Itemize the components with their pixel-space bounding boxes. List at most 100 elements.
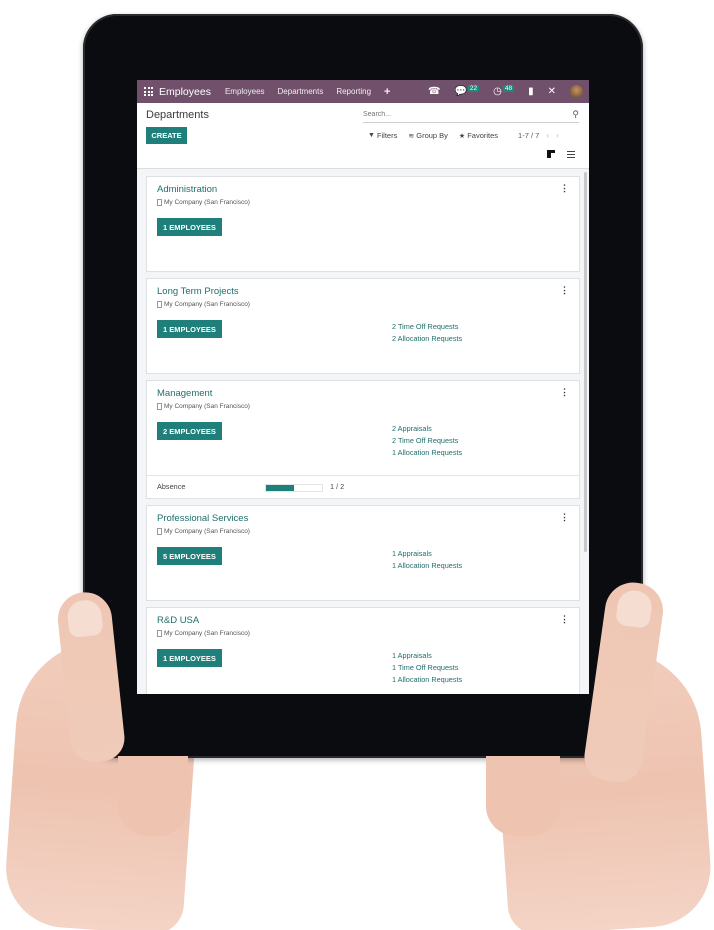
department-card[interactable]: Professional Services My Company (San Fr… [146,505,580,601]
kanban-view-icon[interactable] [547,150,555,158]
building-icon [157,199,162,206]
left-thumbnail [66,598,104,639]
employees-button[interactable]: 1 EMPLOYEES [157,218,222,236]
company-name: My Company (San Francisco) [164,528,250,535]
menu-departments[interactable]: Departments [278,87,324,96]
company-name: My Company (San Francisco) [164,630,250,637]
menu-employees[interactable]: Employees [225,87,265,96]
filters-label: Filters [376,131,398,140]
layers-icon: ≋ [408,132,415,140]
pager-value[interactable]: 1-7 / 7 [518,131,539,140]
app-name[interactable]: Employees [159,86,211,98]
left-hand-fingers [118,756,188,836]
activity-badge: 48 [502,85,515,92]
department-name[interactable]: Long Term Projects [157,286,239,297]
chat-icon: 💬 [454,86,467,97]
tablet-screen: Employees Employees Departments Reportin… [137,80,589,694]
building-icon [157,403,162,410]
absence-progress-fill [266,485,294,491]
company-line: My Company (San Francisco) [157,199,250,206]
building-icon [157,630,162,637]
activity-button[interactable]: ◷ 48 [493,85,515,97]
user-avatar[interactable] [570,85,583,98]
filter-icon: ▼ [368,132,375,139]
favorites-label: Favorites [467,131,499,140]
search-icon[interactable]: ⚲ [572,109,579,120]
apps-menu-icon[interactable] [144,87,153,96]
appraisals-link[interactable]: 2 Appraisals [392,423,462,435]
pager-next-icon[interactable]: › [556,131,559,140]
view-switcher [547,150,575,158]
company-line: My Company (San Francisco) [157,301,250,308]
phone-icon[interactable]: ☎ [428,86,440,97]
employees-button[interactable]: 1 EMPLOYEES [157,649,222,667]
department-stats: 2 Time Off Requests 2 Allocation Request… [392,321,462,345]
department-card[interactable]: Long Term Projects My Company (San Franc… [146,278,580,374]
pager-prev-icon[interactable]: ‹ [546,131,549,140]
card-menu-icon[interactable]: ⋮ [560,614,569,625]
allocation-requests-link[interactable]: 1 Allocation Requests [392,447,462,459]
company-line: My Company (San Francisco) [157,403,250,410]
menu-reporting[interactable]: Reporting [336,87,371,96]
favorites-button[interactable]: ★ Favorites [459,131,498,140]
department-name[interactable]: R&D USA [157,615,199,626]
department-card[interactable]: Administration My Company (San Francisco… [146,176,580,272]
right-thumbnail [614,588,654,629]
absence-progress-bar [265,484,323,492]
group-by-button[interactable]: ≋ Group By [408,131,448,140]
company-line: My Company (San Francisco) [157,528,250,535]
absence-row: Absence 1 / 2 [147,475,579,498]
filters-button[interactable]: ▼ Filters [368,131,397,140]
company-line: My Company (San Francisco) [157,630,250,637]
list-view-icon[interactable] [567,150,575,158]
control-panel: Departments ⚲ CREATE ▼Filters ≋Group By … [137,103,589,169]
chat-button[interactable]: 💬 22 [454,85,480,97]
kanban-view: Administration My Company (San Francisco… [146,176,580,694]
add-menu-button[interactable]: + [384,86,390,98]
time-off-requests-link[interactable]: 1 Time Off Requests [392,662,462,674]
clock-icon: ◷ [493,86,502,97]
time-off-requests-link[interactable]: 2 Time Off Requests [392,435,462,447]
allocation-requests-link[interactable]: 1 Allocation Requests [392,560,462,572]
right-hand-fingers [486,756,560,836]
appraisals-link[interactable]: 1 Appraisals [392,548,462,560]
company-name: My Company (San Francisco) [164,301,250,308]
star-icon: ★ [458,132,466,140]
department-stats: 1 Appraisals 1 Time Off Requests 1 Alloc… [392,650,462,686]
employees-button[interactable]: 1 EMPLOYEES [157,320,222,338]
chat-badge: 22 [467,85,480,92]
card-menu-icon[interactable]: ⋮ [560,183,569,194]
appraisals-link[interactable]: 1 Appraisals [392,650,462,662]
tools-icon[interactable]: ✕ [548,86,556,97]
department-stats: 2 Appraisals 2 Time Off Requests 1 Alloc… [392,423,462,459]
employees-button[interactable]: 5 EMPLOYEES [157,547,222,565]
company-name: My Company (San Francisco) [164,199,250,206]
time-off-requests-link[interactable]: 2 Time Off Requests [392,321,462,333]
company-name: My Company (San Francisco) [164,403,250,410]
allocation-requests-link[interactable]: 1 Allocation Requests [392,674,462,686]
department-stats: 1 Appraisals 1 Allocation Requests [392,548,462,572]
department-name[interactable]: Management [157,388,212,399]
building-icon [157,528,162,535]
employees-button[interactable]: 2 EMPLOYEES [157,422,222,440]
search-options: ▼ Filters ≋ Group By ★ Favorites 1-7 / 7 ‹ … [368,131,559,140]
create-button[interactable]: CREATE [146,127,187,144]
search-input[interactable] [363,111,573,118]
building-icon [157,301,162,308]
absence-label: Absence [157,482,186,491]
allocation-requests-link[interactable]: 2 Allocation Requests [392,333,462,345]
department-name[interactable]: Administration [157,184,217,195]
department-card[interactable]: R&D USA My Company (San Francisco) 1 EMP… [146,607,580,694]
kanban-scrollbar[interactable] [584,172,587,552]
card-menu-icon[interactable]: ⋮ [560,512,569,523]
search-bar: ⚲ [363,107,579,123]
document-icon[interactable]: ▮ [528,86,534,97]
group-by-label: Group By [416,131,448,140]
department-name[interactable]: Professional Services [157,513,248,524]
department-card[interactable]: Management My Company (San Francisco) 2 … [146,380,580,499]
absence-progress-text: 1 / 2 [330,482,345,491]
card-menu-icon[interactable]: ⋮ [560,285,569,296]
page-title: Departments [146,109,209,121]
systray: ☎ 💬 22 ◷ 48 ▮ ✕ [414,85,583,98]
card-menu-icon[interactable]: ⋮ [560,387,569,398]
